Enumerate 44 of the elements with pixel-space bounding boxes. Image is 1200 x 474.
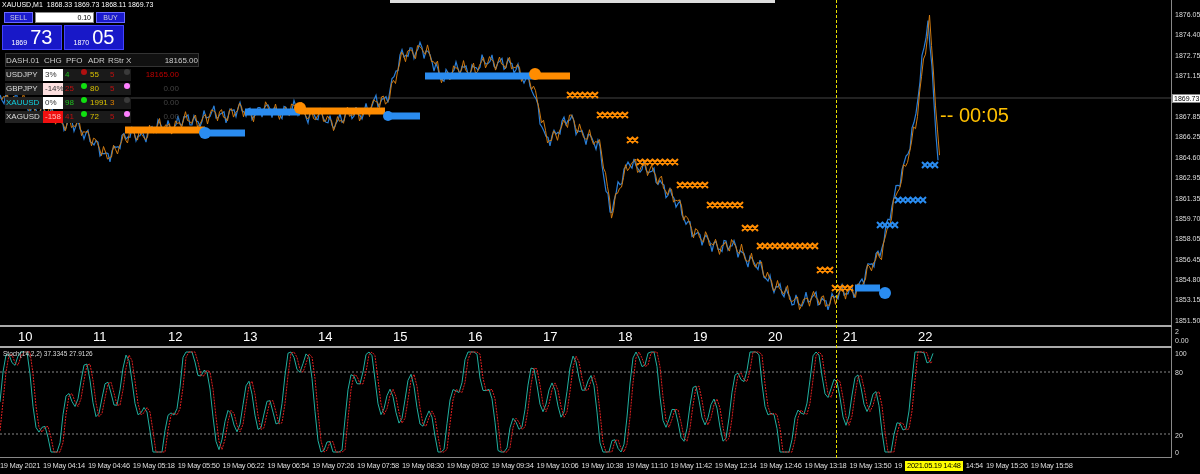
column-header: ADR xyxy=(88,55,106,65)
hour-label: 13 xyxy=(243,329,259,344)
hour-label: 14 xyxy=(318,329,334,344)
symbol-cell[interactable]: XAUUSD xyxy=(5,96,43,109)
rstr-cell: 5 xyxy=(108,110,120,123)
symbol-cell[interactable]: XAGUSD xyxy=(5,110,43,123)
pfo-cell: 25 xyxy=(63,82,78,95)
adr-cell: 1991 xyxy=(88,96,108,109)
adr-cell: 80 xyxy=(88,82,108,95)
hour-label: 17 xyxy=(543,329,559,344)
hour-label: 20 xyxy=(768,329,784,344)
hour-label: 10 xyxy=(18,329,34,344)
change-cell: 0% xyxy=(43,96,63,109)
dashboard-title: DASH.01 xyxy=(6,55,41,65)
hour-label: 22 xyxy=(918,329,934,344)
pfo-cell: 98 xyxy=(63,96,78,109)
column-header: PFO xyxy=(66,55,84,65)
adr-cell: 72 xyxy=(88,110,108,123)
symbol-cell[interactable]: GBPJPY xyxy=(5,82,43,95)
countdown-timer: -- 00:05 xyxy=(940,104,1009,127)
pfo-cell: 41 xyxy=(63,110,78,123)
balance-value: 18165.00 xyxy=(163,55,198,65)
profit-value: 0.00 xyxy=(162,112,180,121)
change-cell: -158 xyxy=(43,110,63,123)
column-header: X xyxy=(126,55,133,65)
hour-label: 11 xyxy=(93,329,108,344)
rstr-cell: 5 xyxy=(108,68,120,81)
rstr-cell: 3 xyxy=(108,96,120,109)
change-cell: -14% xyxy=(43,82,63,95)
pfo-cell: 4 xyxy=(63,68,78,81)
hour-label: 12 xyxy=(168,329,184,344)
hour-label: 16 xyxy=(468,329,484,344)
rstr-cell: 5 xyxy=(108,82,120,95)
scroll-bar[interactable] xyxy=(390,0,775,3)
hour-label: 21 xyxy=(843,329,859,344)
column-header: CHG xyxy=(44,55,63,65)
hour-label: 19 xyxy=(693,329,709,344)
column-header: RStr xyxy=(108,55,125,65)
adr-cell: 55 xyxy=(88,68,108,81)
hour-label: 15 xyxy=(393,329,409,344)
hour-label: 18 xyxy=(618,329,634,344)
change-cell: 3% xyxy=(43,68,63,81)
symbol-cell[interactable]: USDJPY xyxy=(5,68,43,81)
profit-value: 18165.00 xyxy=(144,70,180,79)
